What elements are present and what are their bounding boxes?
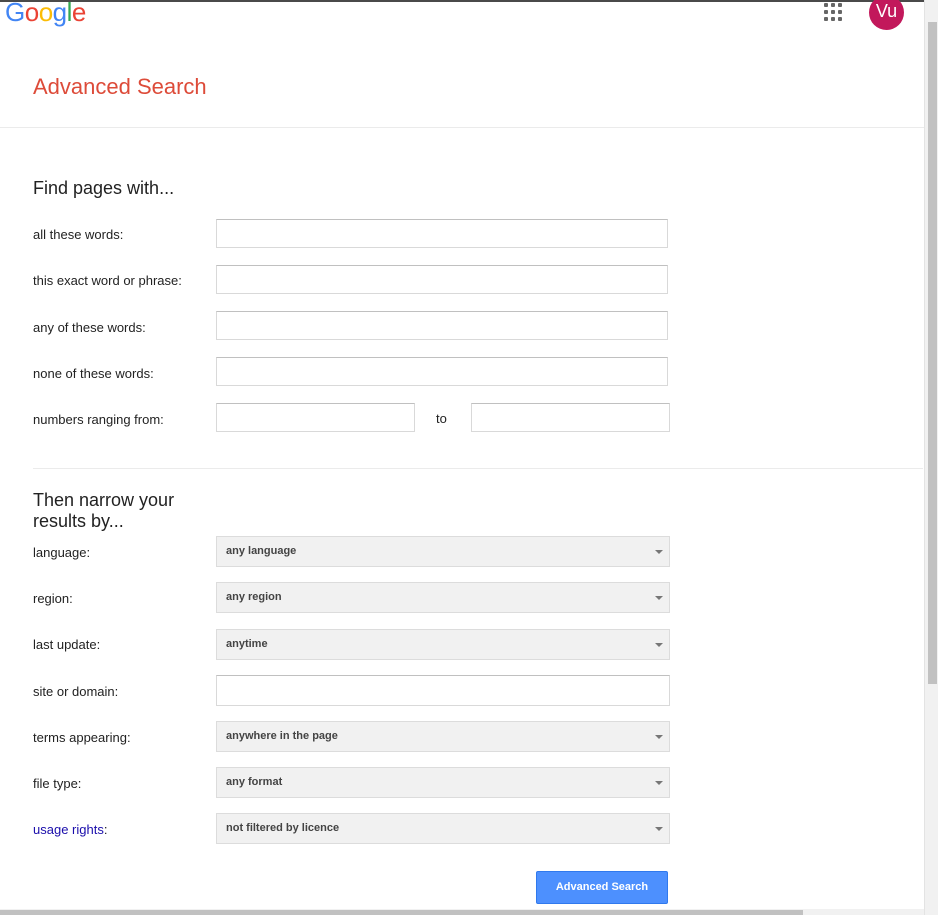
account-avatar[interactable]: Vu	[869, 0, 904, 30]
terms-appearing-label: terms appearing:	[33, 730, 131, 745]
narrow-heading-line1: Then narrow your	[33, 490, 175, 510]
exact-phrase-input[interactable]	[216, 265, 668, 294]
site-domain-label: site or domain:	[33, 684, 119, 699]
language-label: language:	[33, 545, 91, 560]
language-value: any language	[226, 545, 297, 557]
logo-letter: e	[71, 0, 86, 27]
all-words-input[interactable]	[216, 219, 668, 248]
numbers-range-label: numbers ranging from:	[33, 412, 164, 427]
region-label: region:	[33, 591, 73, 606]
file-type-select[interactable]: any format	[216, 767, 670, 798]
dropdown-arrow-icon	[655, 735, 663, 739]
numbers-to-input[interactable]	[471, 403, 670, 432]
logo-letter: G	[5, 0, 25, 27]
advanced-search-button[interactable]: Advanced Search	[536, 871, 668, 904]
numbers-from-input[interactable]	[216, 403, 415, 432]
dropdown-arrow-icon	[655, 643, 663, 647]
file-type-value: any format	[226, 776, 283, 788]
terms-appearing-select[interactable]: anywhere in the page	[216, 721, 670, 752]
vertical-scrollbar-thumb[interactable]	[928, 22, 937, 684]
dropdown-arrow-icon	[655, 550, 663, 554]
language-select[interactable]: any language	[216, 536, 670, 567]
any-words-label: any of these words:	[33, 320, 146, 335]
usage-rights-value: not filtered by licence	[226, 822, 340, 834]
logo-letter: o	[38, 0, 53, 27]
all-words-label: all these words:	[33, 227, 124, 242]
narrow-heading-line2: results by...	[33, 511, 124, 531]
site-domain-input[interactable]	[216, 675, 670, 706]
terms-appearing-value: anywhere in the page	[226, 730, 338, 742]
window-top-border	[0, 0, 938, 2]
last-update-label: last update:	[33, 637, 101, 652]
logo-letter: o	[24, 0, 39, 27]
numbers-to-label: to	[436, 411, 447, 426]
none-words-label: none of these words:	[33, 366, 154, 381]
usage-rights-label: usage rights:	[33, 822, 107, 837]
region-select[interactable]: any region	[216, 582, 670, 613]
dropdown-arrow-icon	[655, 596, 663, 600]
usage-rights-select[interactable]: not filtered by licence	[216, 813, 670, 844]
usage-rights-colon: :	[103, 822, 108, 837]
google-logo[interactable]: Google	[5, 0, 86, 28]
horizontal-scrollbar-thumb[interactable]	[0, 910, 803, 915]
dropdown-arrow-icon	[655, 827, 663, 831]
usage-rights-link[interactable]: usage rights	[33, 822, 104, 837]
find-pages-heading: Find pages with...	[33, 178, 175, 198]
logo-letter: g	[52, 0, 67, 27]
any-words-input[interactable]	[216, 311, 668, 340]
section-divider	[33, 468, 923, 469]
apps-grid-icon[interactable]	[824, 3, 844, 23]
header-divider	[0, 127, 924, 128]
dropdown-arrow-icon	[655, 781, 663, 785]
narrow-results-heading: Then narrow your results by...	[33, 490, 174, 532]
none-words-input[interactable]	[216, 357, 668, 386]
last-update-value: anytime	[226, 638, 268, 650]
region-value: any region	[226, 591, 282, 603]
file-type-label: file type:	[33, 776, 82, 791]
page-title: Advanced Search	[33, 74, 207, 99]
exact-phrase-label: this exact word or phrase:	[33, 273, 182, 288]
last-update-select[interactable]: anytime	[216, 629, 670, 660]
